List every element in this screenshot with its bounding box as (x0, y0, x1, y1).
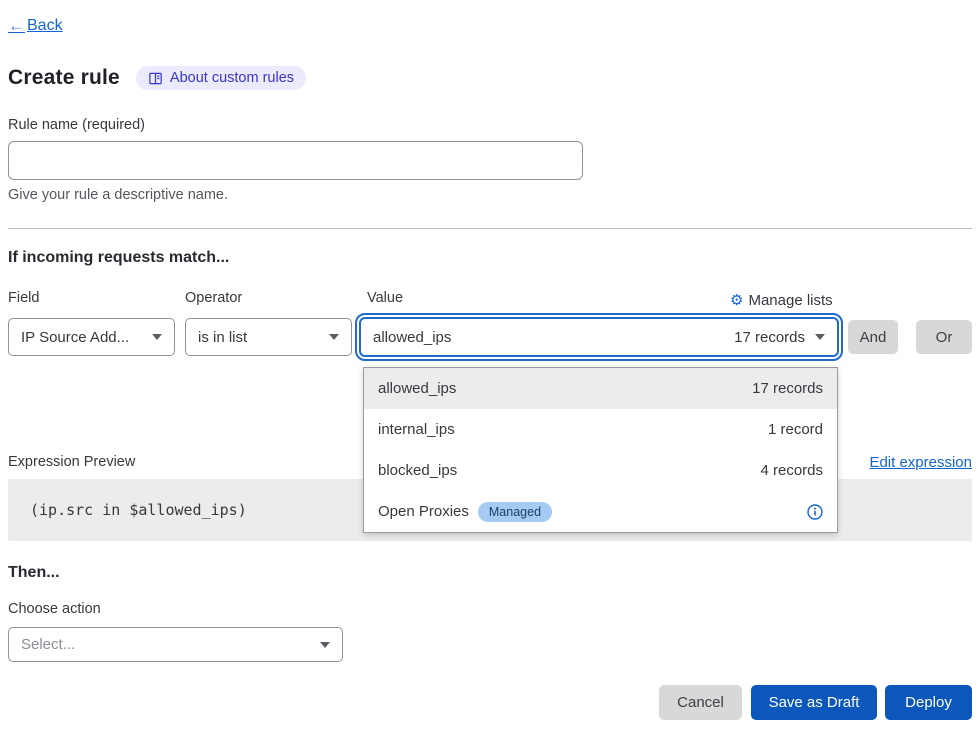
chevron-down-icon (815, 334, 825, 340)
match-heading: If incoming requests match... (8, 249, 229, 267)
back-label: Back (27, 17, 63, 35)
create-rule-page: ←Back Create rule About custom rules Rul… (0, 0, 979, 739)
chevron-down-icon (152, 334, 162, 340)
value-select[interactable]: allowed_ips 17 records (359, 317, 839, 357)
dropdown-option-blocked-ips[interactable]: blocked_ips 4 records (364, 450, 837, 491)
operator-select-value: is in list (198, 329, 247, 346)
title-row: Create rule About custom rules (8, 66, 306, 90)
value-dropdown-menu: allowed_ips 17 records internal_ips 1 re… (363, 367, 838, 533)
rule-name-input[interactable] (8, 141, 583, 180)
list-name: Open Proxies (378, 503, 469, 520)
list-name: internal_ips (378, 421, 455, 438)
chevron-down-icon (320, 642, 330, 648)
or-button[interactable]: Or (916, 320, 972, 354)
back-arrow-icon: ← (8, 16, 25, 36)
value-select-selected: allowed_ips (373, 329, 451, 346)
page-title: Create rule (8, 66, 120, 90)
value-select-records: 17 records (734, 329, 805, 346)
cancel-button[interactable]: Cancel (659, 685, 742, 720)
expression-code: (ip.src in $allowed_ips) (30, 501, 247, 519)
deploy-button[interactable]: Deploy (885, 685, 972, 720)
list-records: 1 record (768, 421, 823, 438)
choose-action-label: Choose action (8, 601, 101, 617)
list-name: allowed_ips (378, 380, 456, 397)
then-heading: Then... (8, 564, 60, 582)
and-button[interactable]: And (848, 320, 898, 354)
field-label: Field (8, 290, 39, 306)
section-divider (8, 228, 972, 229)
about-badge-label: About custom rules (170, 70, 294, 86)
operator-select[interactable]: is in list (185, 318, 352, 356)
chevron-down-icon (329, 334, 339, 340)
edit-expression-link[interactable]: Edit expression (869, 454, 972, 471)
dropdown-option-allowed-ips[interactable]: allowed_ips 17 records (364, 368, 837, 409)
list-records: 17 records (752, 380, 823, 397)
expression-preview-label: Expression Preview (8, 454, 135, 470)
rule-name-helper: Give your rule a descriptive name. (8, 187, 228, 203)
manage-lists-link[interactable]: ⚙ Manage lists (730, 291, 833, 309)
operator-label: Operator (185, 290, 242, 306)
dropdown-option-internal-ips[interactable]: internal_ips 1 record (364, 409, 837, 450)
gear-icon: ⚙ (730, 291, 743, 309)
action-select[interactable]: Select... (8, 627, 343, 662)
list-records: 4 records (760, 462, 823, 479)
about-custom-rules-link[interactable]: About custom rules (136, 66, 306, 90)
list-name: blocked_ips (378, 462, 457, 479)
value-label: Value (367, 290, 403, 306)
info-icon[interactable] (807, 504, 823, 520)
field-select[interactable]: IP Source Add... (8, 318, 175, 356)
dropdown-option-open-proxies[interactable]: Open Proxies Managed (364, 491, 837, 532)
action-select-placeholder: Select... (21, 636, 75, 653)
book-icon (148, 71, 163, 86)
back-link[interactable]: ←Back (8, 16, 63, 36)
field-select-value: IP Source Add... (21, 329, 129, 346)
save-as-draft-button[interactable]: Save as Draft (751, 685, 877, 720)
managed-badge: Managed (478, 502, 552, 522)
manage-lists-label: Manage lists (748, 292, 832, 309)
rule-name-label: Rule name (required) (8, 117, 145, 133)
